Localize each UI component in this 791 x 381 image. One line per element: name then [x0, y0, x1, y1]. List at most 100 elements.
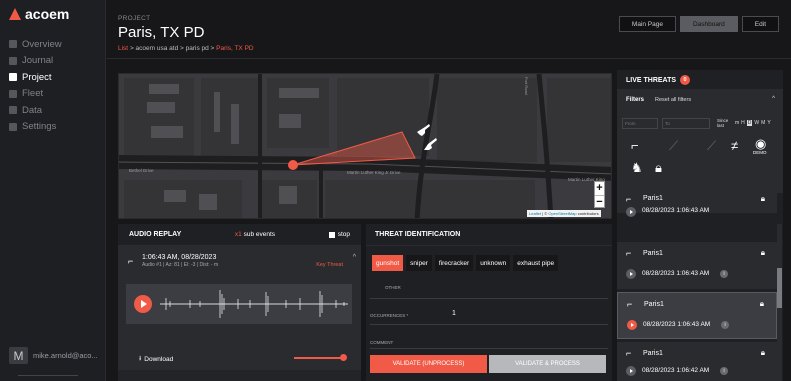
- live-threats-title: LIVE THREATS: [626, 76, 677, 84]
- period-month[interactable]: M: [761, 120, 765, 126]
- other-input[interactable]: [370, 298, 608, 299]
- gun-icon: ⌐: [128, 256, 134, 266]
- period-year[interactable]: Y: [767, 120, 770, 126]
- occurrences-input[interactable]: 1: [452, 310, 456, 317]
- sidebar-nav: Overview Journal Project Fleet Data Sett…: [9, 36, 104, 135]
- sub-events-count: x1 sub events: [235, 231, 275, 238]
- sidebar-item-fleet[interactable]: Fleet: [9, 86, 104, 103]
- lock-icon: 🔒︎: [759, 299, 764, 308]
- lock-filter-icon[interactable]: 🔒︎: [655, 160, 662, 176]
- threat-type-chips: gunshot sniper firecracker unknown exhau…: [372, 255, 559, 271]
- live-threats-header: LIVE THREATS 0: [626, 75, 691, 85]
- play-button[interactable]: [626, 366, 636, 376]
- not-equal-filter-icon[interactable]: ≠: [731, 138, 738, 153]
- audio-event[interactable]: ⌐ 1:06:43 AM, 08/28/2023 Audio #1 | Az: …: [118, 246, 361, 370]
- audio-waveform[interactable]: [126, 284, 352, 324]
- page-title: Paris, TX PD: [118, 24, 205, 41]
- info-icon[interactable]: i: [720, 270, 728, 278]
- osm-link[interactable]: OpenStreetMap: [548, 211, 576, 216]
- to-date-input[interactable]: To: [662, 118, 710, 129]
- dashboard-button[interactable]: Dashboard: [679, 16, 738, 32]
- period-hour[interactable]: H: [741, 120, 745, 126]
- period-week[interactable]: W: [754, 120, 759, 126]
- threat-date: 08/28/2023 1:06:43 AM: [643, 321, 711, 328]
- network-icon: [9, 73, 17, 82]
- street-label-bethel: Bethel Drive: [129, 168, 154, 173]
- period-minute[interactable]: m: [735, 120, 739, 126]
- info-icon[interactable]: i: [720, 367, 728, 375]
- chip-sniper[interactable]: sniper: [406, 255, 432, 271]
- firecracker-filter-icon[interactable]: ⟋: [707, 138, 716, 154]
- breadcrumb-separator: >: [129, 45, 134, 52]
- chip-exhaust-pipe[interactable]: exhaust pipe: [513, 255, 559, 271]
- stop-button[interactable]: stop: [328, 231, 350, 238]
- play-button[interactable]: [626, 207, 636, 217]
- breadcrumb-separator: >: [180, 45, 184, 52]
- validate-process-button[interactable]: VALIDATE & PROCESS: [489, 355, 606, 373]
- unknown-filter-icon[interactable]: ♞: [631, 160, 643, 176]
- zoom-out-button[interactable]: −: [595, 195, 604, 208]
- street-label-mlk: Martin Luther King Jr Drive: [347, 170, 401, 175]
- breadcrumb-separator: >: [210, 45, 215, 52]
- threat-name: Paris1: [644, 301, 664, 308]
- map-attribution: Leaflet | © OpenStreetMap contributors: [527, 210, 601, 217]
- brand-logo[interactable]: acoem: [9, 6, 69, 22]
- play-button[interactable]: [134, 295, 152, 313]
- threat-card[interactable]: ⌐ Paris1 🔒︎ 08/28/2023 1:06:42 AM i: [617, 342, 777, 381]
- comment-input[interactable]: [370, 348, 608, 349]
- breadcrumb-current: Paris, TX PD: [216, 45, 254, 52]
- reset-filters-link[interactable]: Reset all filters: [655, 97, 691, 103]
- gun-icon: ⌐: [626, 248, 632, 258]
- sidebar-item-project[interactable]: Project: [9, 69, 104, 86]
- slider-handle[interactable]: [340, 354, 347, 361]
- breadcrumb-client[interactable]: acoem usa atd: [136, 45, 179, 52]
- main-page-button[interactable]: Main Page: [618, 16, 676, 32]
- threat-card[interactable]: ⌐ Paris1 🔒︎ 08/28/2023 1:06:43 AM i: [617, 292, 777, 339]
- chevron-up-icon[interactable]: ^: [353, 254, 356, 261]
- sidebar-item-overview[interactable]: Overview: [9, 36, 104, 53]
- sidebar-item-settings[interactable]: Settings: [9, 119, 104, 136]
- scrollbar-thumb[interactable]: [777, 268, 782, 308]
- edit-button[interactable]: Edit: [741, 16, 779, 32]
- gear-icon: [9, 122, 17, 131]
- gun-icon: ⌐: [626, 348, 632, 358]
- chevron-up-icon[interactable]: ^: [772, 96, 775, 102]
- header-divider: [107, 58, 791, 59]
- threat-card[interactable]: ⌐ Paris1 🔒︎ 08/28/2023 1:06:43 AM i: [617, 242, 777, 289]
- sidebar-item-label: Fleet: [22, 88, 44, 100]
- validate-unprocess-button[interactable]: VALIDATE (UNPROCESS): [370, 355, 487, 373]
- volume-slider[interactable]: [294, 354, 347, 361]
- threat-card[interactable]: ⌐ Paris1 🔒︎ 08/28/2023 1:06:43 AM: [617, 193, 777, 217]
- chip-gunshot[interactable]: gunshot: [372, 255, 404, 271]
- live-threats-scrollbar[interactable]: [777, 224, 782, 381]
- grid-icon: [9, 40, 17, 49]
- threat-map[interactable]: Bethel Drive Martin Luther King Jr Drive…: [118, 73, 612, 219]
- sub-events-number: x1: [234, 231, 242, 238]
- user-name: mike.arnold@aco...: [33, 351, 98, 360]
- chip-firecracker[interactable]: firecracker: [434, 255, 474, 271]
- chip-unknown[interactable]: unknown: [476, 255, 511, 271]
- threat-identification-panel: THREAT IDENTIFICATION gunshot sniper fir…: [366, 224, 612, 381]
- gun-icon: ⌐: [627, 299, 633, 309]
- user-menu[interactable]: M mike.arnold@aco...: [9, 347, 98, 364]
- breadcrumb-list[interactable]: List: [118, 45, 128, 52]
- avatar: M: [9, 347, 28, 364]
- zoom-in-button[interactable]: +: [595, 182, 604, 195]
- play-button[interactable]: [626, 269, 636, 279]
- play-button[interactable]: [627, 320, 637, 330]
- header-actions: Main Page Dashboard Edit: [618, 16, 779, 32]
- from-date-input[interactable]: From: [622, 118, 658, 129]
- period-day[interactable]: D: [746, 120, 753, 126]
- key-threat-badge: Key Threat: [316, 262, 343, 268]
- gun-filter-icon[interactable]: ⌐: [631, 138, 639, 153]
- bell-icon: [9, 56, 17, 65]
- sidebar-item-data[interactable]: Data: [9, 102, 104, 119]
- leaflet-link[interactable]: Leaflet: [529, 211, 541, 216]
- audio-replay-header: AUDIO REPLAY x1 sub events stop: [118, 224, 361, 246]
- breadcrumb-site[interactable]: paris pd: [186, 45, 209, 52]
- rifle-filter-icon[interactable]: ⟋: [669, 138, 678, 154]
- sidebar-item-journal[interactable]: Journal: [9, 53, 104, 70]
- sidebar-item-label: Settings: [22, 121, 57, 133]
- download-button[interactable]: ⭳ Download: [139, 354, 173, 365]
- info-icon[interactable]: i: [721, 321, 729, 329]
